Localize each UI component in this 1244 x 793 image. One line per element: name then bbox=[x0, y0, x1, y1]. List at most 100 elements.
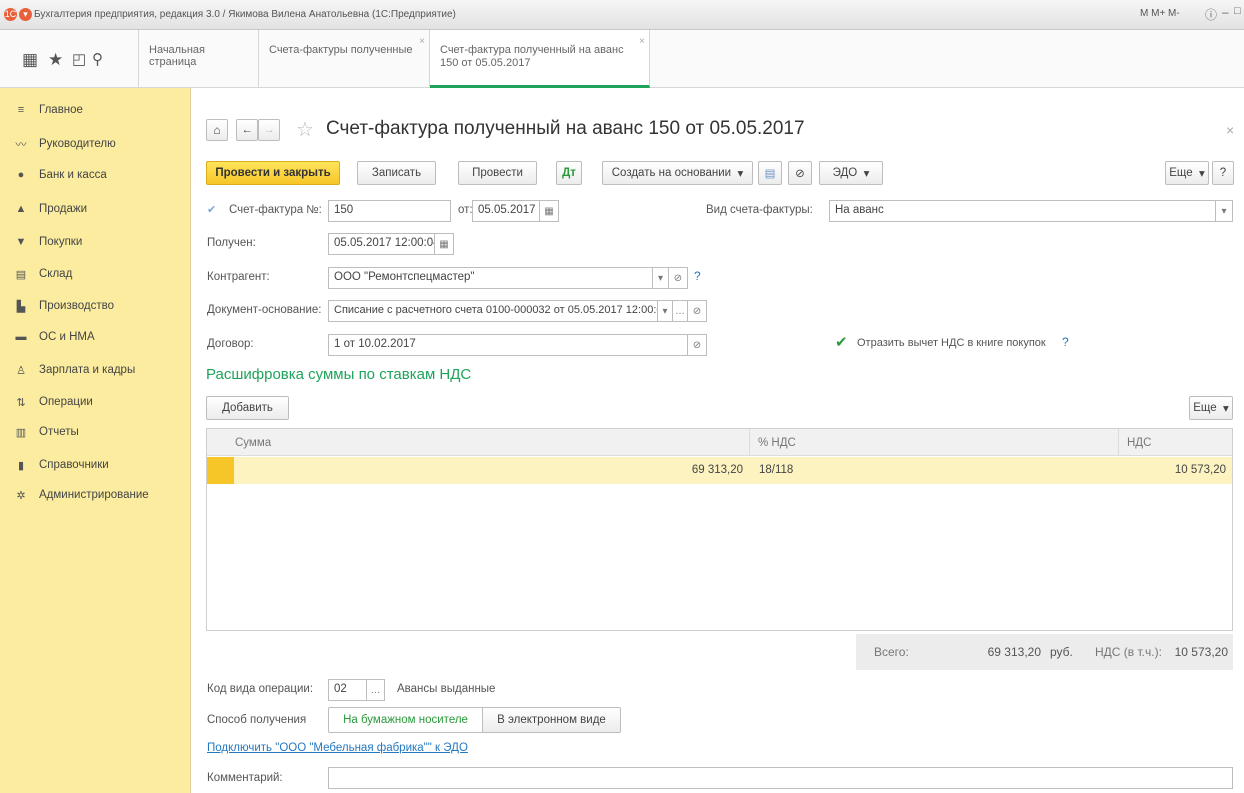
more-button[interactable]: Еще ▾ bbox=[1165, 161, 1209, 185]
sidebar-item-operations[interactable]: ⇅ Операции bbox=[14, 393, 92, 411]
help-button[interactable]: ? bbox=[1212, 161, 1234, 185]
close-tab-icon[interactable]: × bbox=[639, 36, 645, 47]
dropdown-arrow-icon[interactable]: ▾ bbox=[653, 267, 669, 289]
vat-deduction-checkbox[interactable]: ✔ bbox=[835, 333, 848, 351]
connect-edo-link[interactable]: Подключить "ООО "Мебельная фабрика"" к Э… bbox=[207, 742, 468, 754]
sidebar-item-main[interactable]: ≡ Главное bbox=[14, 101, 83, 119]
basis-document-field[interactable]: Списание с расчетного счета 0100-000032 … bbox=[328, 300, 658, 322]
tab-label: Счета-фактуры полученные bbox=[269, 44, 413, 56]
comment-label: Комментарий: bbox=[207, 772, 283, 784]
column-header-vat[interactable]: НДС bbox=[1118, 429, 1232, 456]
open-link-icon[interactable]: ⊘ bbox=[688, 334, 707, 356]
calendar-icon[interactable]: ▦ bbox=[540, 200, 559, 222]
add-row-button[interactable]: Добавить bbox=[206, 396, 289, 420]
dropdown-arrow-icon[interactable]: ▾ bbox=[1216, 200, 1233, 222]
sidebar-item-label: Главное bbox=[39, 104, 83, 116]
sidebar-item-label: Отчеты bbox=[39, 426, 79, 438]
sidebar-item-manager[interactable]: 〰 Руководителю bbox=[14, 135, 116, 153]
favorite-star-icon[interactable]: ☆ bbox=[296, 117, 314, 142]
gear-icon: ✲ bbox=[16, 489, 26, 502]
open-link-icon[interactable]: ⊘ bbox=[688, 300, 707, 322]
title-bar: 1С ▾ Бухгалтерия предприятия, редакция 3… bbox=[0, 0, 1244, 30]
person-icon: ♙ bbox=[16, 364, 26, 377]
open-link-icon[interactable]: ⊘ bbox=[669, 267, 688, 289]
sidebar-item-label: Производство bbox=[39, 300, 114, 312]
post-button[interactable]: Провести bbox=[458, 161, 537, 185]
column-header-sum[interactable]: Сумма bbox=[207, 429, 749, 456]
post-and-close-button[interactable]: Провести и закрыть bbox=[206, 161, 340, 185]
operation-code-field[interactable]: 02 bbox=[328, 679, 367, 701]
counterparty-field[interactable]: ООО "Ремонтспецмастер" bbox=[328, 267, 653, 289]
apps-grid-icon[interactable]: ▦ bbox=[22, 50, 38, 70]
favorites-star-icon[interactable]: ★ bbox=[48, 50, 63, 70]
edo-button[interactable]: ЭДО ▾ bbox=[819, 161, 883, 185]
help-icon[interactable]: ? bbox=[694, 269, 701, 283]
sidebar-item-admin[interactable]: ✲ Администрирование bbox=[14, 486, 149, 504]
receipt-electronic-toggle[interactable]: В электронном виде bbox=[483, 707, 621, 733]
calendar-icon[interactable]: ▦ bbox=[435, 233, 454, 255]
calculator-memory-buttons[interactable]: M M+ M- bbox=[1140, 8, 1180, 19]
sidebar-item-purchases[interactable]: ▼ Покупки bbox=[14, 233, 83, 251]
attach-icon[interactable]: ⊘ bbox=[788, 161, 812, 185]
table-more-button[interactable]: Еще ▾ bbox=[1189, 396, 1233, 420]
column-header-vat-rate[interactable]: % НДС bbox=[749, 429, 1118, 456]
forward-arrow-icon[interactable]: → bbox=[258, 119, 280, 141]
help-icon[interactable]: ? bbox=[1062, 335, 1069, 349]
dropdown-arrow-icon[interactable]: ▾ bbox=[658, 300, 673, 322]
tab-invoices-received[interactable]: Счета-фактуры полученные × bbox=[259, 30, 430, 88]
cell-sum[interactable]: 69 313,20 bbox=[234, 457, 749, 484]
sidebar-item-production[interactable]: ▙ Производство bbox=[14, 297, 114, 315]
sidebar-item-assets[interactable]: ▬ ОС и НМА bbox=[14, 328, 95, 346]
comment-field[interactable] bbox=[328, 767, 1233, 789]
received-datetime-field[interactable]: 05.05.2017 12:00:04 bbox=[328, 233, 435, 255]
operations-icon: ⇅ bbox=[16, 396, 26, 409]
sidebar-item-label: Продажи bbox=[39, 203, 88, 215]
document-status-icon: ✔ bbox=[207, 204, 217, 216]
history-icon[interactable]: ◰ bbox=[72, 50, 86, 70]
table-row[interactable]: 69 313,20 18/118 10 573,20 bbox=[207, 457, 1232, 484]
contract-label: Договор: bbox=[207, 338, 254, 350]
bar-chart-icon: ▥ bbox=[15, 426, 27, 439]
postings-icon[interactable]: Дт bbox=[556, 161, 582, 185]
main-menu-icon[interactable]: ▾ bbox=[19, 8, 32, 21]
sidebar-item-label: Зарплата и кадры bbox=[39, 364, 136, 376]
sidebar-item-warehouse[interactable]: ▤ Склад bbox=[14, 265, 73, 283]
sidebar-item-catalogs[interactable]: ▮ Справочники bbox=[14, 456, 109, 474]
more-label: Еще bbox=[1169, 167, 1193, 179]
back-arrow-icon[interactable]: ← bbox=[236, 119, 258, 141]
sidebar-item-label: Администрирование bbox=[39, 489, 149, 501]
tab-home[interactable]: Начальная страница bbox=[138, 30, 259, 88]
tab-label: Начальная страница bbox=[149, 44, 205, 68]
maximize-icon[interactable]: □ bbox=[1234, 5, 1241, 17]
invoice-number-field[interactable]: 150 bbox=[328, 200, 451, 222]
sidebar-item-reports[interactable]: ▥ Отчеты bbox=[14, 423, 79, 441]
print-icon[interactable]: ▤ bbox=[758, 161, 782, 185]
sidebar-item-sales[interactable]: ▲ Продажи bbox=[14, 200, 87, 218]
home-icon[interactable]: ⌂ bbox=[206, 119, 228, 141]
info-icon[interactable]: ⓘ bbox=[1205, 6, 1217, 23]
select-ellipsis-icon[interactable]: … bbox=[367, 679, 385, 701]
close-form-icon[interactable]: × bbox=[1226, 122, 1234, 138]
sidebar-item-bank[interactable]: ● Банк и касса bbox=[14, 166, 107, 184]
create-based-on-button[interactable]: Создать на основании ▾ bbox=[602, 161, 753, 185]
save-button[interactable]: Записать bbox=[357, 161, 436, 185]
app-logo-icon[interactable]: 1С bbox=[4, 8, 17, 21]
vat-section-title: Расшифровка суммы по ставкам НДС bbox=[206, 366, 472, 383]
tab-invoice-document[interactable]: Счет-фактура полученный на аванс 150 от … bbox=[430, 30, 650, 88]
invoice-number-label: Счет-фактура №: bbox=[229, 204, 322, 216]
sidebar-item-salary[interactable]: ♙ Зарплата и кадры bbox=[14, 361, 135, 379]
contract-field[interactable]: 1 от 10.02.2017 bbox=[328, 334, 688, 356]
invoice-kind-select[interactable]: На аванс bbox=[829, 200, 1216, 222]
warehouse-icon: ▤ bbox=[15, 268, 27, 281]
date-field[interactable]: 05.05.2017 bbox=[472, 200, 540, 222]
cell-vat-rate[interactable]: 18/118 bbox=[749, 457, 1118, 484]
close-tab-icon[interactable]: × bbox=[419, 36, 425, 47]
select-ellipsis-icon[interactable]: … bbox=[673, 300, 688, 322]
receipt-paper-toggle[interactable]: На бумажном носителе bbox=[328, 707, 483, 733]
total-vat: 10 573,20 bbox=[1174, 645, 1228, 659]
cell-vat[interactable]: 10 573,20 bbox=[1118, 457, 1232, 484]
minimize-icon[interactable]: – bbox=[1222, 5, 1229, 19]
book-icon: ▮ bbox=[17, 459, 25, 472]
search-icon[interactable]: ⚲ bbox=[92, 50, 103, 70]
sidebar-item-label: Склад bbox=[39, 268, 73, 280]
